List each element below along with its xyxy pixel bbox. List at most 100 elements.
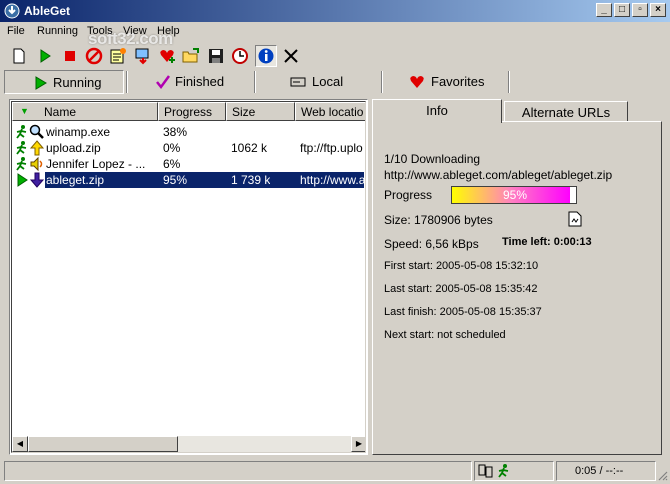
row-size: 1 739 k <box>231 173 271 187</box>
divider <box>508 71 510 93</box>
network-icon <box>478 464 493 478</box>
upload-icon <box>29 140 45 156</box>
scroll-left-icon[interactable]: ◀ <box>12 436 28 452</box>
list-item[interactable]: winamp.exe 38% <box>12 124 364 140</box>
row-name: Jennifer Lopez - ... <box>46 157 146 171</box>
progress-bar: 95% <box>451 186 577 204</box>
add-favorite-icon[interactable] <box>157 46 177 66</box>
scroll-right-icon[interactable]: ▶ <box>351 436 365 452</box>
restore-button[interactable]: ▫ <box>632 3 648 17</box>
size-text: Size: 1780906 bytes <box>384 213 493 227</box>
toolbar <box>0 43 670 69</box>
close-button[interactable]: × <box>650 3 666 17</box>
download-url: http://www.ableget.com/ableget/ableget.z… <box>384 168 613 182</box>
list-item[interactable]: Jennifer Lopez - ... 6% <box>12 156 364 172</box>
tab-favorites[interactable]: Favorites <box>385 70 507 94</box>
download-list[interactable]: ▼ Name Progress Size Web locatio winamp.… <box>9 99 368 455</box>
status-pane-time: 0:05 / --:-- <box>556 461 656 481</box>
tab-info[interactable]: Info <box>372 99 502 123</box>
elapsed-time: 0:05 / --:-- <box>575 465 624 477</box>
next-start-text: Next start: not scheduled <box>384 329 506 341</box>
row-progress: 38% <box>163 125 188 139</box>
row-progress: 0% <box>163 141 181 155</box>
menu-running[interactable]: Running <box>37 25 78 37</box>
properties-icon[interactable] <box>108 46 128 66</box>
column-progress[interactable]: Progress <box>158 102 226 121</box>
row-name: ableget.zip <box>46 173 105 187</box>
category-tabs: Running Finished Local Favorites <box>0 69 670 95</box>
menu-view[interactable]: View <box>123 25 147 37</box>
tab-local[interactable]: Local <box>258 70 380 94</box>
play-icon <box>35 76 47 90</box>
queue-icon[interactable] <box>133 46 153 66</box>
cancel-icon[interactable] <box>84 46 104 66</box>
tab-alternate-urls[interactable]: Alternate URLs <box>504 101 628 123</box>
info-panel: 1/10 Downloading http://www.ableget.com/… <box>372 121 662 455</box>
play-icon <box>17 173 28 187</box>
menu-file[interactable]: File <box>7 25 25 37</box>
maximize-button[interactable]: □ <box>614 3 630 17</box>
divider <box>381 71 383 93</box>
column-web-location[interactable]: Web locatio <box>295 102 365 121</box>
list-item[interactable]: ableget.zip 95% 1 739 k http://www.a <box>12 172 364 188</box>
row-name: winamp.exe <box>46 125 111 139</box>
app-icon <box>4 3 20 19</box>
new-icon[interactable] <box>9 46 29 66</box>
running-man-icon <box>16 125 27 139</box>
start-icon[interactable] <box>35 46 55 66</box>
running-man-icon <box>498 464 509 478</box>
file-icon <box>568 211 582 227</box>
divider <box>254 71 256 93</box>
row-size: 1062 k <box>231 141 268 155</box>
tab-running[interactable]: Running <box>4 70 124 94</box>
drive-icon <box>290 77 306 87</box>
horizontal-scrollbar[interactable]: ◀ ▶ <box>12 436 365 452</box>
menu-help[interactable]: Help <box>157 25 180 37</box>
running-man-icon <box>16 157 27 171</box>
time-left-text: Time left: 0:00:13 <box>502 236 592 248</box>
divider <box>126 71 128 93</box>
minimize-button[interactable]: _ <box>596 3 612 17</box>
row-name: upload.zip <box>46 141 101 155</box>
column-name-label: Name <box>44 105 77 119</box>
progress-label: Progress <box>384 188 433 202</box>
download-icon <box>29 172 45 188</box>
tab-local-label: Local <box>312 74 344 89</box>
stop-icon[interactable] <box>60 46 80 66</box>
speed-text: Speed: 6,56 kBps <box>384 237 479 251</box>
info-icon[interactable] <box>255 45 277 67</box>
audio-icon <box>30 156 43 172</box>
column-name[interactable]: ▼ Name <box>12 102 158 121</box>
status-bar: 0:05 / --:-- <box>0 459 670 484</box>
checkmark-icon <box>156 75 171 90</box>
list-item[interactable]: upload.zip 0% 1062 k ftp://ftp.uplo <box>12 140 364 156</box>
heart-icon <box>410 76 424 88</box>
last-start-text: Last start: 2005-05-08 15:35:42 <box>384 283 538 295</box>
status-pane-icons <box>474 461 554 481</box>
running-man-icon <box>16 141 27 155</box>
download-status: 1/10 Downloading <box>384 152 481 166</box>
menu-tools[interactable]: Tools <box>87 25 113 37</box>
scheduler-icon[interactable] <box>230 46 250 66</box>
delete-icon[interactable] <box>281 46 301 66</box>
last-finish-text: Last finish: 2005-05-08 15:35:37 <box>384 306 542 318</box>
app-window: AbleGet _ □ ▫ × soft32.com File Running … <box>0 0 670 484</box>
sort-arrow-icon: ▼ <box>20 106 29 116</box>
tab-running-label: Running <box>53 75 102 90</box>
row-progress: 95% <box>163 173 188 187</box>
title-bar[interactable]: AbleGet _ □ ▫ × <box>0 0 670 22</box>
scroll-thumb[interactable] <box>28 436 178 452</box>
resize-grip-icon[interactable] <box>656 469 668 481</box>
column-size[interactable]: Size <box>226 102 295 121</box>
row-url: ftp://ftp.uplo <box>300 141 363 155</box>
tab-finished-label: Finished <box>175 74 225 89</box>
tab-finished[interactable]: Finished <box>130 70 252 94</box>
open-folder-icon[interactable] <box>181 46 201 66</box>
save-icon[interactable] <box>206 46 226 66</box>
window-title: AbleGet <box>24 4 71 18</box>
menu-bar: File Running Tools View Help <box>0 22 670 41</box>
row-url: http://www.a <box>300 173 364 187</box>
search-icon <box>29 124 44 139</box>
tab-favorites-label: Favorites <box>431 74 485 89</box>
row-progress: 6% <box>163 157 181 171</box>
